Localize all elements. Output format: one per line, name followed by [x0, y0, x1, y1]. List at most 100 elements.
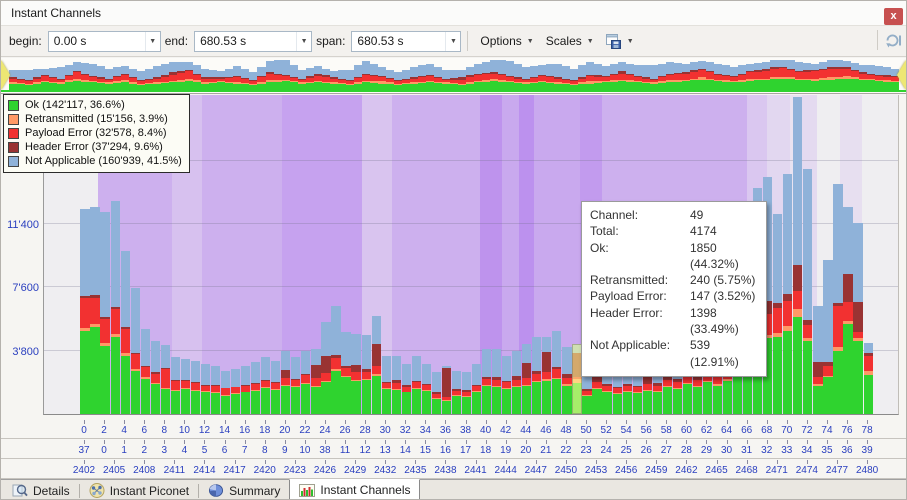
channel-bar-41[interactable] — [492, 349, 501, 414]
channel-bar-39[interactable] — [472, 364, 481, 414]
channel-bar-24[interactable] — [321, 322, 330, 414]
channel-bar-18[interactable] — [261, 357, 270, 414]
channel-bar-71[interactable] — [793, 97, 802, 414]
overview-column — [754, 60, 762, 91]
tab-instant-piconet[interactable]: Instant Piconet — [80, 480, 198, 500]
channel-bar-35[interactable] — [432, 372, 441, 414]
not-applicable-segment — [474, 64, 482, 74]
close-button[interactable]: x — [884, 8, 903, 25]
channel-bar-7[interactable] — [151, 341, 160, 414]
channel-bar-73[interactable] — [813, 306, 822, 414]
channel-bar-31[interactable] — [392, 356, 401, 414]
chevron-down-icon[interactable]: ▼ — [296, 32, 311, 51]
channel-bar-75[interactable] — [833, 184, 842, 414]
channel-bar-48[interactable] — [562, 347, 571, 414]
channel-bar-6[interactable] — [141, 329, 150, 414]
channel-bar-36[interactable] — [442, 366, 451, 414]
channel-bar-70[interactable] — [783, 174, 792, 414]
channel-bar-43[interactable] — [512, 351, 521, 414]
channel-bar-16[interactable] — [241, 366, 250, 414]
end-combobox[interactable]: 680.53 s ▼ — [194, 31, 312, 52]
scales-menu-button[interactable]: Scales ▼ — [540, 31, 600, 51]
channel-bar-15[interactable] — [231, 369, 240, 414]
save-export-button[interactable]: ▼ — [600, 31, 640, 52]
channel-bar-26[interactable] — [341, 332, 350, 414]
overview-column — [306, 60, 314, 91]
channel-bar-74[interactable] — [823, 260, 832, 414]
x-axis-tick — [506, 420, 507, 424]
ok-segment — [185, 81, 193, 91]
channel-bar-77[interactable] — [853, 223, 862, 414]
channel-bar-28[interactable] — [362, 335, 371, 414]
span-combobox[interactable]: 680.53 s ▼ — [351, 31, 461, 52]
channel-bar-25[interactable] — [331, 306, 340, 414]
y-axis-tick-label: 7'600 — [1, 282, 39, 294]
channel-bar-19[interactable] — [271, 361, 280, 414]
tab-instant-channels[interactable]: Instant Channels — [289, 479, 420, 500]
chevron-down-icon[interactable]: ▼ — [145, 32, 160, 51]
payload-error-segment — [698, 70, 706, 78]
x-axis-tick-label: 46 — [540, 425, 551, 436]
tab-details[interactable]: Details — [3, 480, 79, 500]
channel-bar-32[interactable] — [402, 364, 411, 414]
tooltip-value: 539 (12.91%) — [690, 337, 758, 370]
not-applicable-segment — [362, 335, 371, 369]
channel-bar-42[interactable] — [502, 356, 511, 414]
overview-timeline-strip[interactable] — [1, 58, 906, 94]
channel-bar-40[interactable] — [482, 349, 491, 414]
overview-column — [538, 60, 546, 91]
x-axis-tick — [295, 460, 296, 464]
payload-error-segment — [181, 381, 190, 388]
channel-bar-33[interactable] — [412, 356, 421, 414]
channel-bar-46[interactable] — [542, 337, 551, 414]
channel-bar-20[interactable] — [281, 351, 290, 414]
channel-bar-12[interactable] — [201, 364, 210, 414]
ok-segment — [442, 84, 450, 92]
channel-bar-13[interactable] — [211, 366, 220, 414]
channel-bar-10[interactable] — [181, 359, 190, 414]
channel-bar-5[interactable] — [131, 288, 140, 414]
end-label: end: — [165, 34, 188, 48]
not-applicable-segment — [472, 364, 481, 385]
channel-bar-76[interactable] — [843, 207, 852, 414]
channel-bar-50[interactable] — [582, 371, 591, 414]
channel-bar-45[interactable] — [532, 337, 541, 414]
channel-bar-38[interactable] — [462, 372, 471, 414]
ok-segment — [434, 83, 442, 91]
channel-bar-34[interactable] — [422, 364, 431, 414]
channel-bar-37[interactable] — [452, 371, 461, 414]
end-marker[interactable] — [897, 60, 906, 90]
not-applicable-segment — [562, 66, 570, 79]
channel-bar-11[interactable] — [191, 361, 200, 414]
channel-bar-72[interactable] — [803, 169, 812, 414]
ok-segment — [773, 337, 782, 415]
channel-bar-22[interactable] — [301, 351, 310, 414]
channel-bar-47[interactable] — [552, 331, 561, 414]
channel-bar-0[interactable] — [80, 209, 89, 414]
channel-bar-27[interactable] — [351, 334, 360, 414]
channel-bar-1[interactable] — [90, 207, 99, 414]
channel-bar-9[interactable] — [171, 357, 180, 414]
channel-bar-23[interactable] — [311, 349, 320, 414]
channel-bar-44[interactable] — [522, 344, 531, 414]
begin-marker[interactable] — [1, 60, 10, 90]
channel-bar-17[interactable] — [251, 362, 260, 414]
overview-column — [634, 60, 642, 91]
channel-bar-30[interactable] — [382, 356, 391, 414]
channel-bar-3[interactable] — [111, 201, 120, 414]
payload-error-segment — [311, 378, 320, 386]
channel-bar-29[interactable] — [372, 316, 381, 414]
chevron-down-icon[interactable]: ▼ — [445, 32, 460, 51]
not-applicable-segment — [522, 344, 531, 363]
channel-bar-14[interactable] — [221, 371, 230, 414]
sync-to-end-button[interactable] — [871, 30, 902, 50]
options-menu-button[interactable]: Options ▼ — [474, 31, 539, 51]
channel-bar-69[interactable] — [773, 214, 782, 414]
channel-bar-8[interactable] — [161, 345, 170, 414]
channel-bar-2[interactable] — [100, 212, 109, 414]
channel-bar-21[interactable] — [291, 357, 300, 414]
channel-bar-4[interactable] — [121, 251, 130, 414]
tab-summary[interactable]: Summary — [199, 480, 289, 500]
begin-combobox[interactable]: 0.00 s ▼ — [48, 31, 161, 52]
channel-bar-78[interactable] — [864, 343, 873, 414]
